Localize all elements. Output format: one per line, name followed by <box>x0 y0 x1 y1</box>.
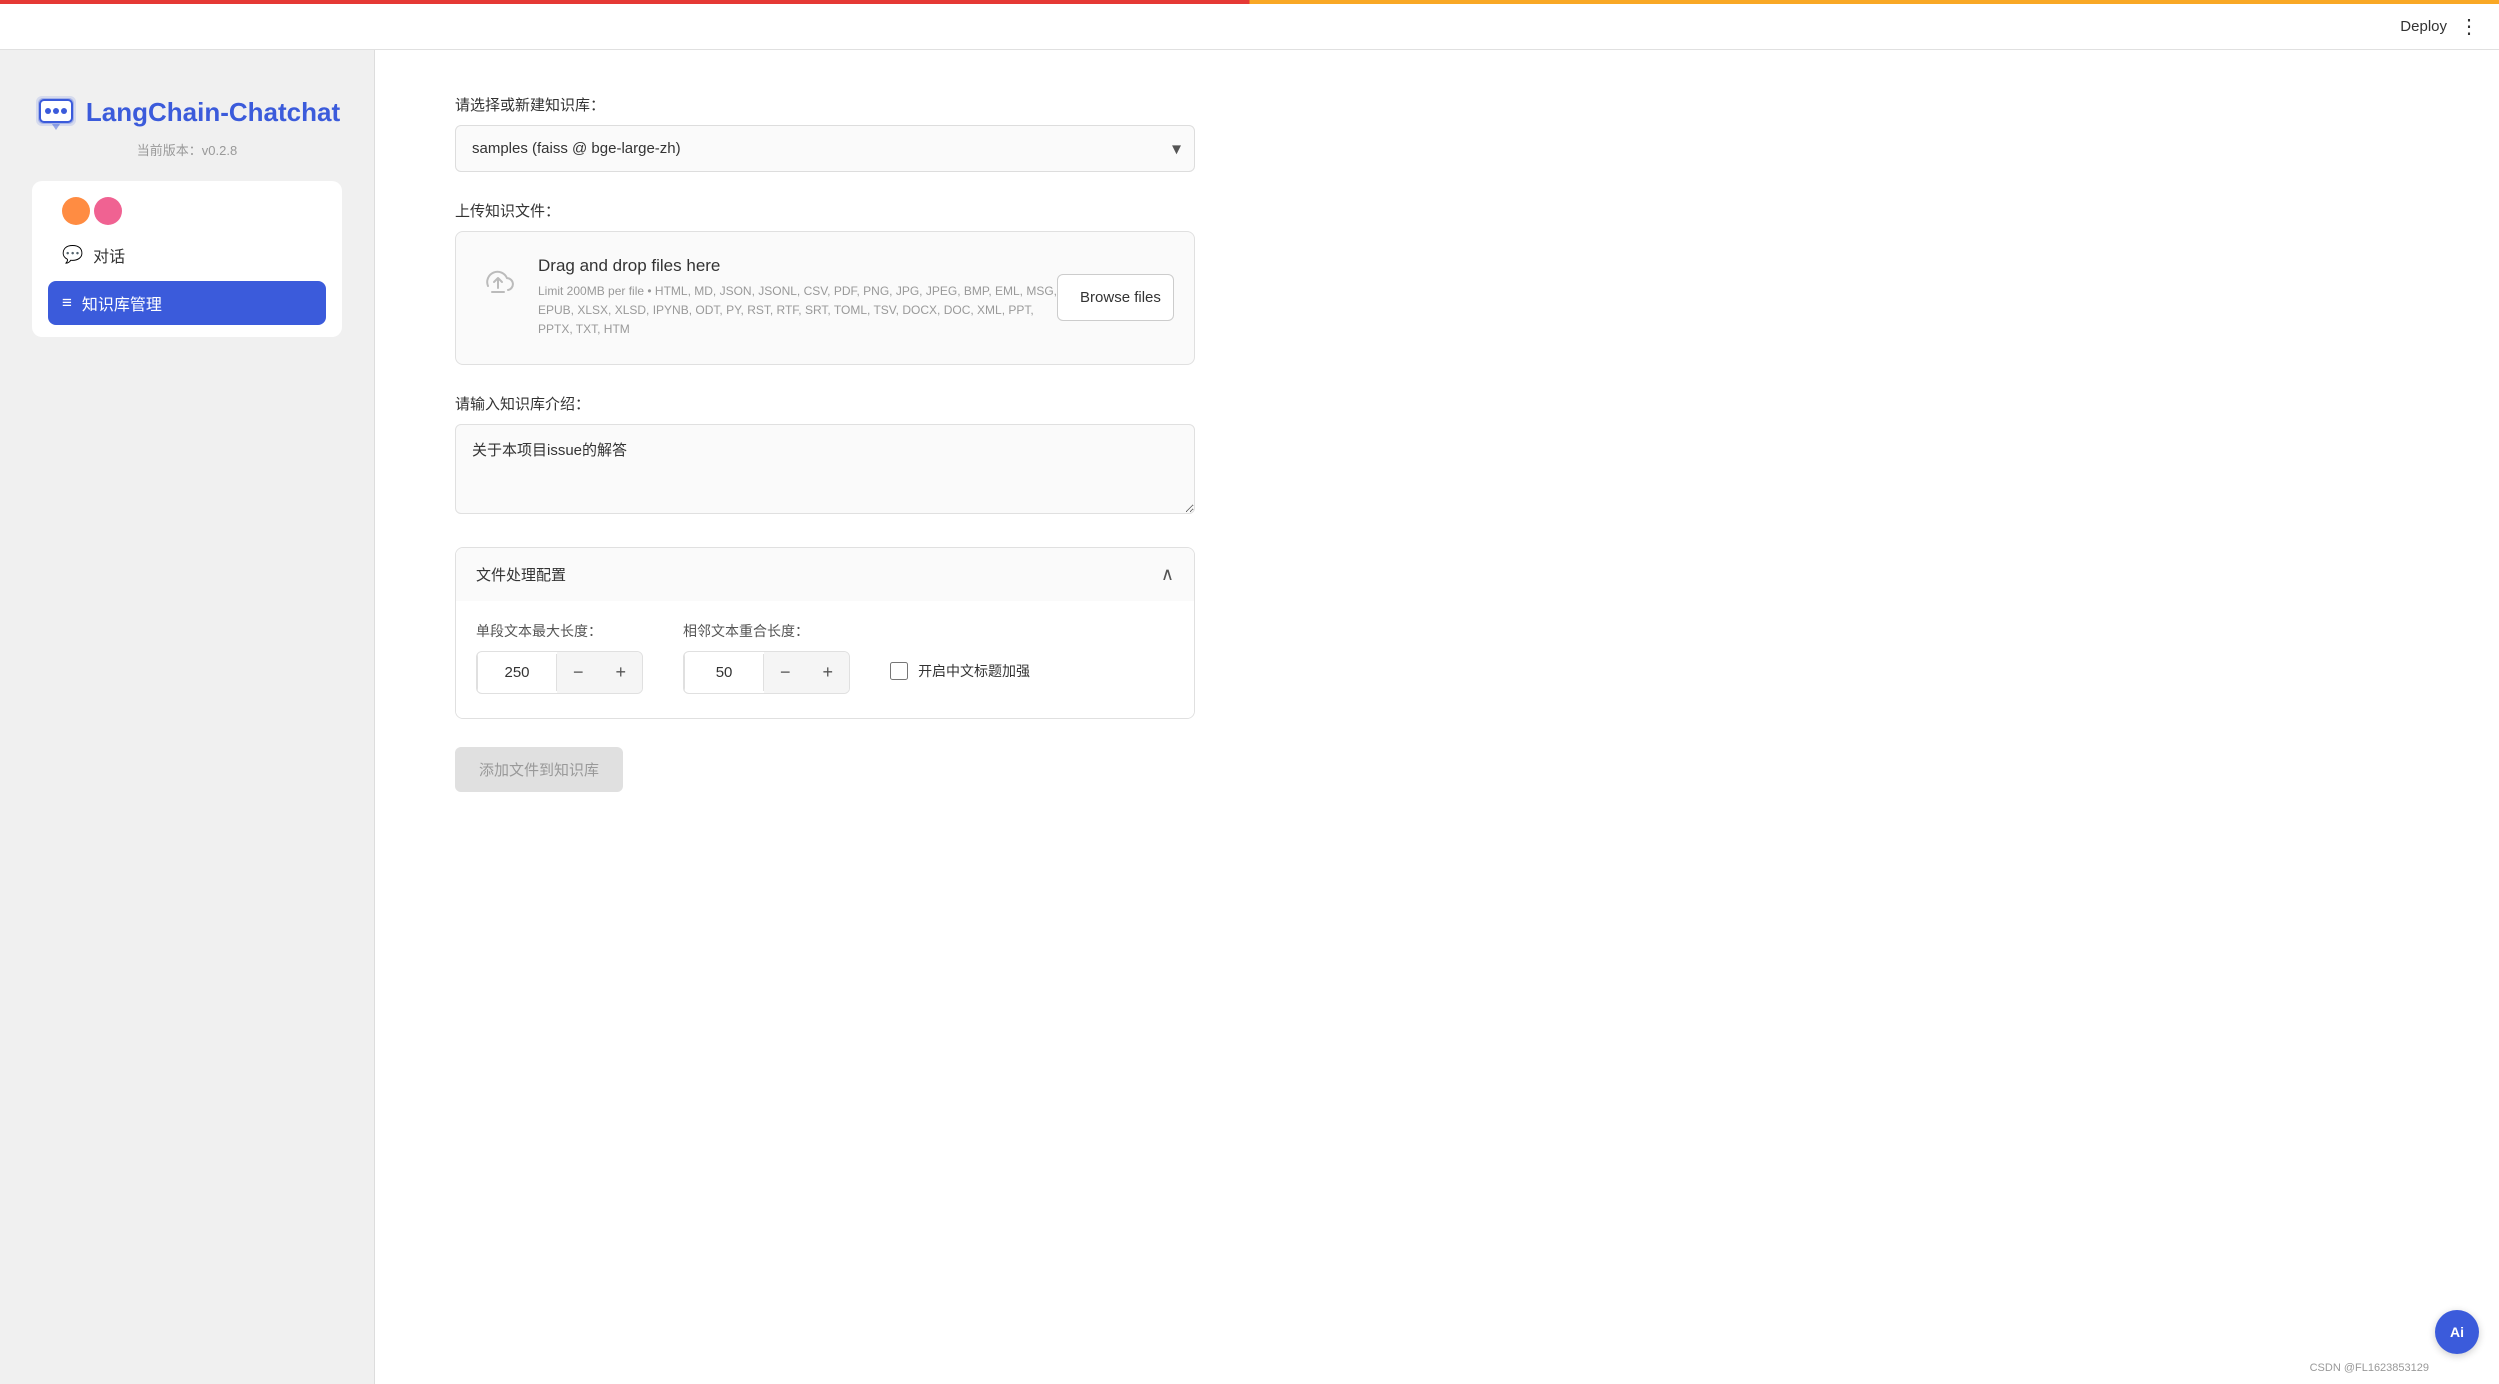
config-header[interactable]: 文件处理配置 ∧ <box>456 548 1194 601</box>
avatar-orange <box>62 197 90 225</box>
single-max-length-decrement[interactable]: − <box>557 652 600 693</box>
adjacent-overlap-increment[interactable]: + <box>807 652 850 693</box>
chinese-title-label: 开启中文标题加强 <box>918 661 1030 681</box>
adjacent-overlap-field: 相邻文本重合长度： 50 − + <box>683 621 850 694</box>
content-area: 请选择或新建知识库： samples (faiss @ bge-large-zh… <box>375 54 1275 832</box>
submit-button[interactable]: 添加文件到知识库 <box>455 747 623 792</box>
single-max-length-stepper: 250 − + <box>476 651 643 694</box>
upload-area[interactable]: Drag and drop files here Limit 200MB per… <box>455 231 1195 365</box>
logo-area: LangChain-Chatchat <box>34 90 340 134</box>
footer-watermark: CSDN @FL1623853129 <box>2310 1362 2429 1374</box>
kb-icon: ≡ <box>62 293 72 313</box>
adjacent-overlap-stepper: 50 − + <box>683 651 850 694</box>
kb-select-wrapper: samples (faiss @ bge-large-zh) ▾ <box>455 125 1195 172</box>
more-menu-button[interactable]: ⋮ <box>2459 14 2479 39</box>
browse-files-button[interactable]: Browse files <box>1057 274 1174 321</box>
adjacent-overlap-label: 相邻文本重合长度： <box>683 621 850 641</box>
chinese-title-group: 开启中文标题加强 <box>890 661 1030 681</box>
nav-card: 💬 对话 ≡ 知识库管理 <box>32 181 342 337</box>
single-max-length-increment[interactable]: + <box>600 652 643 693</box>
adjacent-overlap-value: 50 <box>684 654 764 691</box>
sidebar-item-kb-label: 知识库管理 <box>82 291 162 315</box>
kb-select-label: 请选择或新建知识库： <box>455 94 1195 115</box>
config-row: 单段文本最大长度： 250 − + 相邻文本重合长度： 50 − <box>476 621 1174 694</box>
config-body: 单段文本最大长度： 250 − + 相邻文本重合长度： 50 − <box>456 601 1194 718</box>
sidebar: × LangChain-Chatchat 当前版本：v0.2.8 💬 对话 <box>0 0 375 1384</box>
logo-icon <box>34 90 78 134</box>
avatar-group <box>62 197 122 225</box>
chinese-title-checkbox[interactable] <box>890 662 908 680</box>
single-max-length-value: 250 <box>477 654 557 691</box>
header-actions: Deploy ⋮ <box>2400 14 2479 39</box>
config-chevron-icon: ∧ <box>1161 564 1174 585</box>
single-max-length-field: 单段文本最大长度： 250 − + <box>476 621 643 694</box>
single-max-length-label: 单段文本最大长度： <box>476 621 643 641</box>
ai-badge[interactable]: Ai <box>2435 1310 2479 1354</box>
sidebar-item-chat-label: 对话 <box>93 243 125 267</box>
kb-select[interactable]: samples (faiss @ bge-large-zh) <box>455 125 1195 172</box>
adjacent-overlap-decrement[interactable]: − <box>764 652 807 693</box>
cloud-upload-icon <box>476 260 520 313</box>
header-bar: Deploy ⋮ <box>0 4 2499 50</box>
upload-text-area: Drag and drop files here Limit 200MB per… <box>538 256 1057 340</box>
upload-left: Drag and drop files here Limit 200MB per… <box>476 256 1057 340</box>
drag-drop-text: Drag and drop files here <box>538 256 1057 276</box>
logo-text: LangChain-Chatchat <box>86 97 340 128</box>
upload-hint: Limit 200MB per file • HTML, MD, JSON, J… <box>538 282 1057 340</box>
desc-label: 请输入知识库介绍： <box>455 393 1195 414</box>
chat-icon: 💬 <box>62 245 83 265</box>
config-section: 文件处理配置 ∧ 单段文本最大长度： 250 − + <box>455 547 1195 719</box>
avatar-pink <box>94 197 122 225</box>
main-content: 请选择或新建知识库： samples (faiss @ bge-large-zh… <box>375 0 2499 1384</box>
version-text: 当前版本：v0.2.8 <box>137 140 237 159</box>
sidebar-item-kb[interactable]: ≡ 知识库管理 <box>48 281 326 325</box>
desc-textarea[interactable]: 关于本项目issue的解答 <box>455 424 1195 514</box>
upload-label: 上传知识文件： <box>455 200 1195 221</box>
deploy-button[interactable]: Deploy <box>2400 18 2447 35</box>
top-color-bar <box>0 0 2499 4</box>
config-title: 文件处理配置 <box>476 564 566 585</box>
sidebar-item-chat[interactable]: 💬 对话 <box>48 233 326 277</box>
